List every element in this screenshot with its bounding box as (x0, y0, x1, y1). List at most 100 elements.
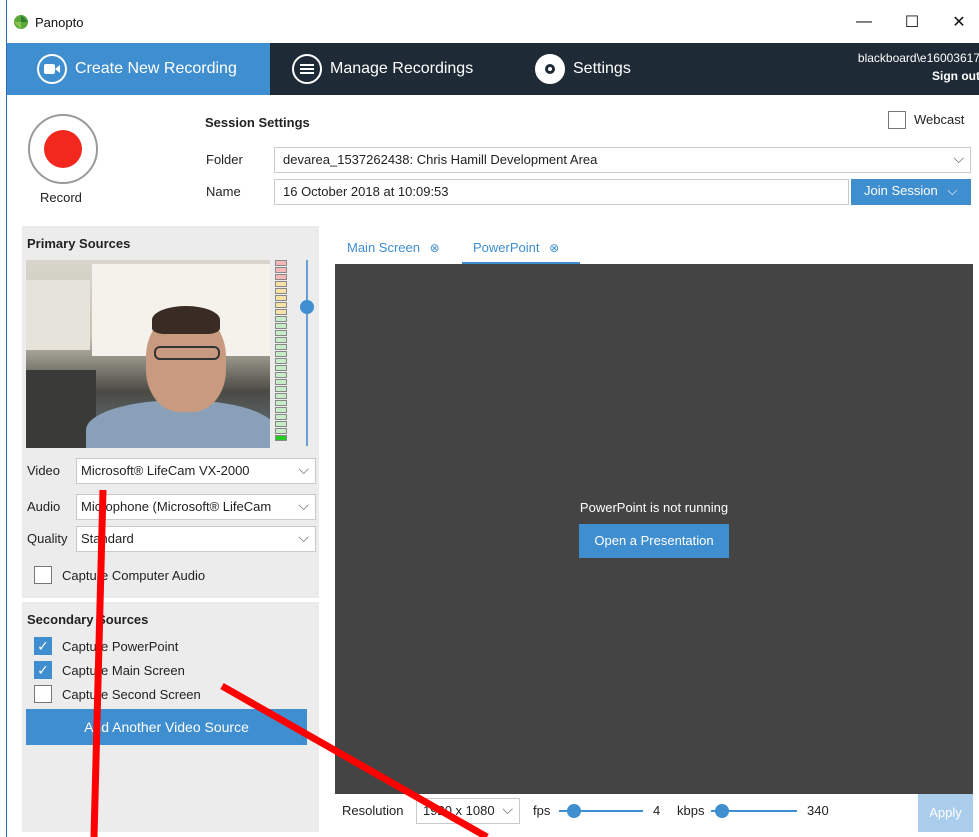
meter-segment (275, 358, 287, 364)
camera-icon (37, 54, 67, 84)
apply-button[interactable]: Apply (918, 794, 973, 832)
gear-icon (535, 54, 565, 84)
tab-main-screen[interactable]: Main Screen ⊗ (347, 240, 440, 255)
quality-value: Standard (81, 531, 134, 546)
meter-segment (275, 274, 287, 280)
capture-computer-audio-checkbox[interactable] (34, 566, 52, 584)
capture-powerpoint-checkbox[interactable]: ✓ (34, 637, 52, 655)
preview-tabs: Main Screen ⊗ PowerPoint ⊗ (335, 236, 973, 264)
webcast-checkbox[interactable] (888, 111, 906, 129)
main-nav: Create New Recording Manage Recordings S… (7, 43, 979, 95)
primary-sources-panel: Primary Sources Video Microsoft® LifeCam… (22, 226, 319, 598)
close-tab-icon[interactable]: ⊗ (430, 241, 440, 255)
meter-segment (275, 288, 287, 294)
tab-create-label: Create New Recording (75, 60, 237, 77)
name-input[interactable]: 16 October 2018 at 10:09:53 (274, 179, 849, 205)
secondary-sources-panel: Secondary Sources ✓ Capture PowerPoint ✓… (22, 602, 319, 832)
audio-label: Audio (27, 499, 61, 514)
meter-segment (275, 337, 287, 343)
open-presentation-button[interactable]: Open a Presentation (579, 524, 729, 558)
webcam-preview (26, 260, 270, 448)
person-glasses (154, 346, 220, 360)
tab-manage-recordings[interactable]: Manage Recordings (292, 43, 473, 95)
resolution-value: 1920 x 1080 (423, 803, 495, 818)
session-settings-title: Session Settings (205, 115, 310, 130)
tab-powerpoint[interactable]: PowerPoint ⊗ (473, 240, 559, 255)
kbps-value: 340 (807, 803, 829, 818)
meter-segment (275, 260, 287, 266)
join-session-label: Join Session (864, 183, 938, 198)
close-tab-icon[interactable]: ⊗ (549, 241, 559, 255)
tab-main-screen-label: Main Screen (347, 240, 420, 255)
meter-segment (275, 351, 287, 357)
capture-computer-audio-label: Capture Computer Audio (62, 568, 206, 583)
meter-segment (275, 302, 287, 308)
meter-segment (275, 393, 287, 399)
meter-segment (275, 407, 287, 413)
video-select[interactable]: Microsoft® LifeCam VX-2000 ⌵ (76, 458, 316, 484)
tab-settings-label: Settings (573, 60, 631, 77)
video-value: Microsoft® LifeCam VX-2000 (81, 463, 250, 478)
meter-segment (275, 421, 287, 427)
tab-manage-label: Manage Recordings (330, 60, 474, 77)
secondary-sources-title: Secondary Sources (27, 612, 149, 627)
capture-second-screen-checkbox[interactable] (34, 685, 52, 703)
chevron-down-icon: ⌵ (298, 497, 309, 514)
volume-slider-track[interactable] (306, 260, 308, 446)
window-title: Panopto (35, 15, 84, 30)
meter-segment (275, 295, 287, 301)
capture-second-screen-label: Capture Second Screen (62, 687, 201, 702)
minimize-button[interactable]: — (847, 8, 881, 36)
encoding-bar: Resolution 1920 x 1080 ⌵ fps 4 kbps 340 … (335, 794, 973, 832)
audio-value: Microphone (Microsoft® LifeCam (81, 499, 272, 514)
folder-select[interactable]: devarea_1537262438: Chris Hamill Develop… (274, 147, 971, 173)
tab-settings[interactable]: Settings (535, 43, 631, 95)
resolution-select[interactable]: 1920 x 1080 ⌵ (416, 798, 520, 824)
tab-create-new-recording[interactable]: Create New Recording (7, 43, 270, 95)
meter-segment (275, 435, 287, 441)
meter-segment (275, 281, 287, 287)
audio-select[interactable]: Microphone (Microsoft® LifeCam ⌵ (76, 494, 316, 520)
join-session-button[interactable]: Join Session ⌵ (851, 179, 971, 205)
meter-segment (275, 400, 287, 406)
kbps-label: kbps (677, 803, 705, 818)
primary-sources-title: Primary Sources (27, 236, 131, 251)
record-button[interactable] (28, 114, 98, 184)
chevron-down-icon: ⌵ (298, 461, 309, 477)
folder-value: devarea_1537262438: Chris Hamill Develop… (283, 152, 598, 167)
tab-powerpoint-label: PowerPoint (473, 240, 540, 255)
audio-level-meter (275, 260, 287, 446)
maximize-button[interactable]: ☐ (895, 8, 929, 36)
meter-segment (275, 267, 287, 273)
meter-segment (275, 309, 287, 315)
chevron-down-icon: ⌵ (502, 801, 513, 817)
chevron-down-icon: ⌵ (953, 150, 964, 166)
add-video-source-button[interactable]: Add Another Video Source (26, 709, 307, 745)
meter-segment (275, 386, 287, 392)
user-id: blackboard\e16003617 (857, 51, 979, 65)
capture-main-screen-checkbox[interactable]: ✓ (34, 661, 52, 679)
preview-area: PowerPoint is not running Open a Present… (335, 264, 973, 794)
person-hair (152, 306, 220, 334)
chevron-down-icon: ⌵ (298, 529, 309, 545)
kbps-slider-thumb[interactable] (715, 804, 729, 818)
meter-segment (275, 316, 287, 322)
fps-slider-thumb[interactable] (567, 804, 581, 818)
video-label: Video (27, 463, 61, 478)
close-button[interactable]: ✕ (942, 8, 976, 36)
volume-slider-thumb[interactable] (300, 300, 314, 314)
fps-label: fps (533, 803, 551, 818)
quality-label: Quality (27, 531, 68, 546)
capture-powerpoint-label: Capture PowerPoint (62, 639, 179, 654)
record-icon (44, 130, 82, 168)
resolution-label: Resolution (342, 803, 404, 818)
list-icon (292, 54, 322, 84)
folder-label: Folder (206, 152, 243, 167)
whiteboard-left (26, 280, 90, 350)
quality-select[interactable]: Standard ⌵ (76, 526, 316, 552)
meter-segment (275, 330, 287, 336)
record-label: Record (40, 190, 82, 205)
sign-out-link[interactable]: Sign out (932, 69, 979, 83)
powerpoint-status-message: PowerPoint is not running (579, 500, 729, 515)
title-bar: Panopto — ☐ ✕ (7, 0, 979, 43)
